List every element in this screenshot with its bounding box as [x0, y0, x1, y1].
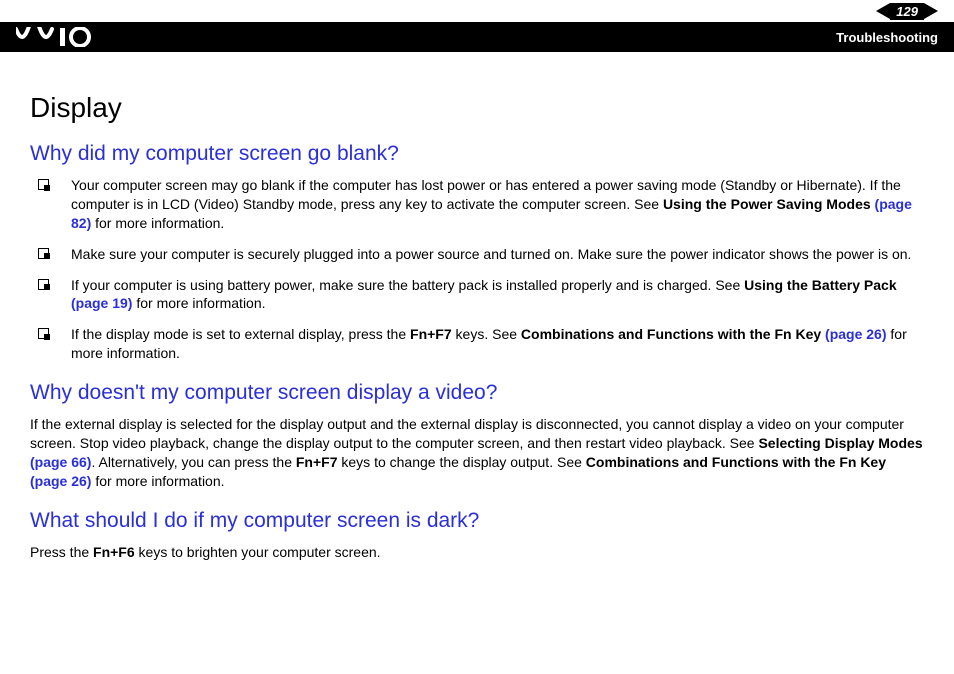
page-navigation: 129 [876, 3, 938, 20]
page-title: Display [30, 92, 924, 124]
list-item-text: Your computer screen may go blank if the… [71, 176, 924, 233]
answer-list-blank: Your computer screen may go blank if the… [30, 176, 924, 363]
question-heading-video: Why doesn't my computer screen display a… [30, 381, 924, 405]
bullet-icon [38, 279, 49, 290]
list-item: Make sure your computer is securely plug… [38, 245, 924, 264]
list-item: Your computer screen may go blank if the… [38, 176, 924, 233]
page-link[interactable]: (page 66) [30, 454, 91, 470]
top-nav-bar: 129 [0, 0, 954, 22]
bold-text: Fn+F7 [410, 326, 452, 342]
page-number: 129 [890, 3, 924, 20]
vaio-logo-icon [16, 27, 108, 47]
next-page-arrow-icon[interactable] [924, 3, 938, 19]
page-content: Display Why did my computer screen go bl… [0, 52, 954, 592]
list-item-text: If your computer is using battery power,… [71, 276, 924, 314]
answer-paragraph-video: If the external display is selected for … [30, 415, 924, 491]
list-item: If your computer is using battery power,… [38, 276, 924, 314]
bullet-icon [38, 179, 49, 190]
bold-text: Combinations and Functions with the Fn K… [521, 326, 887, 342]
section-label: Troubleshooting [836, 30, 938, 45]
page-link[interactable]: (page 26) [30, 473, 91, 489]
bullet-icon [38, 328, 49, 339]
list-item: If the display mode is set to external d… [38, 325, 924, 363]
answer-paragraph-dark: Press the Fn+F6 keys to brighten your co… [30, 543, 924, 562]
bullet-icon [38, 248, 49, 259]
question-heading-dark: What should I do if my computer screen i… [30, 509, 924, 533]
bold-text: Fn+F7 [296, 454, 338, 470]
question-heading-blank: Why did my computer screen go blank? [30, 142, 924, 166]
bold-text: Fn+F6 [93, 544, 135, 560]
header-bar: Troubleshooting [0, 22, 954, 52]
page-link[interactable]: (page 19) [71, 295, 132, 311]
page-link[interactable]: (page 26) [825, 326, 886, 342]
list-item-text: If the display mode is set to external d… [71, 325, 924, 363]
list-item-text: Make sure your computer is securely plug… [71, 245, 911, 264]
prev-page-arrow-icon[interactable] [876, 3, 890, 19]
